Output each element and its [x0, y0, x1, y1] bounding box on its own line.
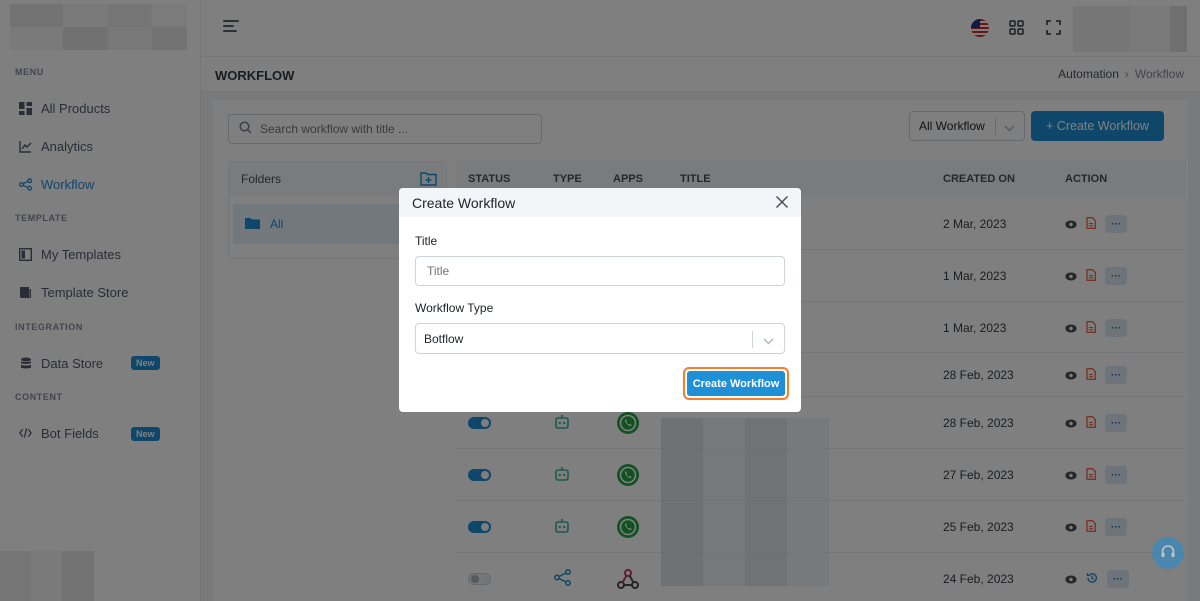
headset-icon	[1160, 544, 1176, 563]
create-workflow-submit-button[interactable]: Create Workflow	[687, 371, 785, 396]
modal-header: Create Workflow	[399, 188, 801, 217]
close-icon[interactable]	[775, 195, 789, 209]
workflow-type-label: Workflow Type	[415, 301, 494, 315]
help-chat-button[interactable]	[1152, 537, 1184, 569]
workflow-type-select[interactable]: Botflow	[415, 323, 785, 354]
select-divider	[752, 331, 753, 348]
create-workflow-modal: Create Workflow Title Workflow Type Botf…	[399, 188, 801, 412]
submit-button-focus-ring: Create Workflow	[683, 367, 789, 400]
modal-title: Create Workflow	[412, 195, 516, 211]
title-input[interactable]	[415, 256, 785, 286]
title-label: Title	[415, 234, 438, 248]
workflow-type-value: Botflow	[424, 331, 464, 346]
chevron-down-icon	[763, 334, 774, 348]
